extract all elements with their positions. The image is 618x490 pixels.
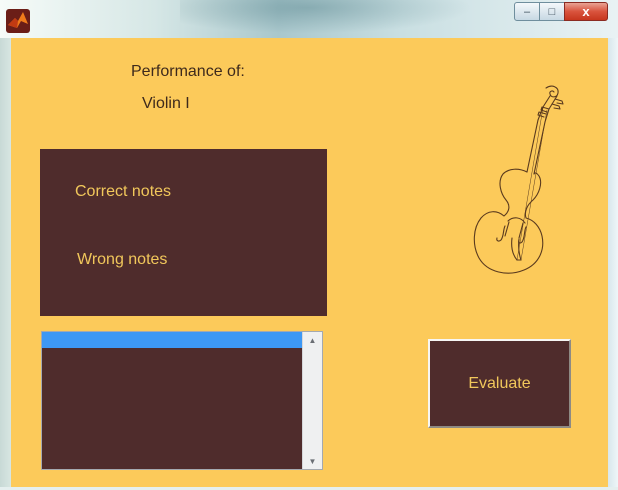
violin-icon [473, 85, 564, 274]
scroll-up-arrow-icon[interactable]: ▲ [303, 332, 322, 348]
list-item-selected[interactable] [42, 332, 302, 348]
close-button[interactable]: x [564, 2, 608, 21]
listbox-scrollbar[interactable]: ▲ ▼ [302, 332, 322, 469]
evaluate-button[interactable]: Evaluate [428, 339, 571, 428]
wrong-notes-label: Wrong notes [77, 251, 168, 268]
maximize-button[interactable]: □ [539, 2, 565, 21]
window-frame-left [0, 38, 11, 490]
results-panel: Correct notes Wrong notes [40, 149, 327, 316]
titlebar-glass [180, 0, 500, 38]
figure-client-area: Performance of: Violin I Correct notes W… [11, 38, 608, 487]
scroll-down-arrow-icon[interactable]: ▼ [303, 453, 322, 469]
correct-notes-label: Correct notes [75, 183, 172, 200]
instrument-label: Violin I [142, 95, 190, 112]
performance-label: Performance of: [131, 63, 245, 80]
window-titlebar[interactable]: – □ x [0, 0, 618, 38]
matlab-icon[interactable] [6, 9, 30, 33]
window-controls: – □ x [514, 2, 608, 22]
window-frame-right [608, 38, 618, 490]
minimize-button[interactable]: – [514, 2, 540, 21]
notes-listbox[interactable]: ▲ ▼ [41, 331, 323, 470]
